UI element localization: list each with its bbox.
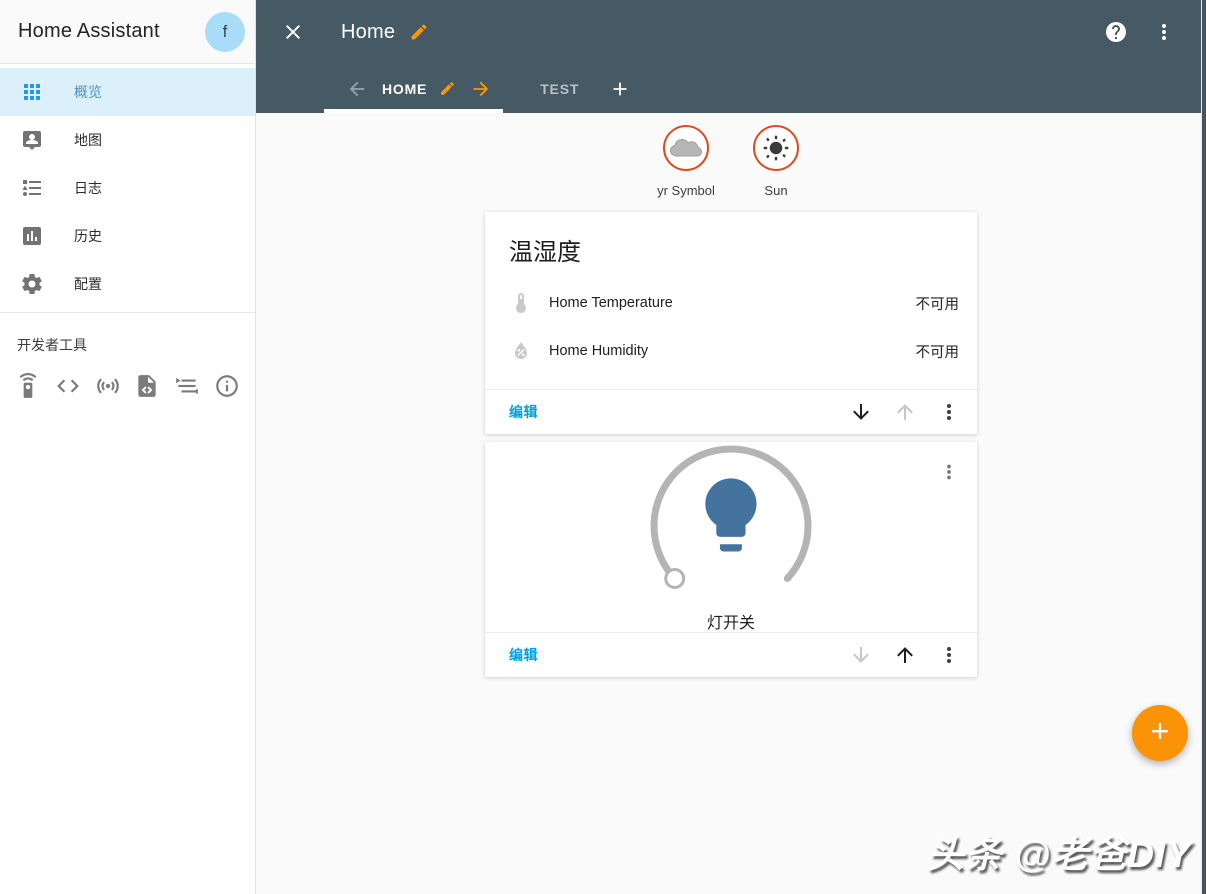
active-tab-underline	[324, 109, 503, 113]
badge-label: yr Symbol	[657, 183, 715, 198]
sidebar-item-config[interactable]: 配置	[0, 260, 255, 308]
move-card-up-icon[interactable]	[883, 633, 927, 677]
sidebar-item-map[interactable]: 地图	[0, 116, 255, 164]
sidebar-header: Home Assistant f	[0, 0, 255, 64]
edit-tab-pencil-icon[interactable]	[439, 80, 456, 97]
card-options-icon[interactable]	[927, 390, 971, 434]
move-tab-left-icon[interactable]	[346, 78, 368, 100]
add-tab-icon[interactable]	[609, 78, 631, 100]
light-entity-name: 灯开关	[706, 615, 755, 632]
sidebar-item-overview[interactable]: 概览	[0, 68, 255, 116]
user-avatar[interactable]: f	[205, 11, 245, 52]
avatar-initial: f	[222, 21, 228, 41]
badge-circle	[753, 125, 799, 171]
lightbulb-icon	[705, 478, 757, 552]
overflow-menu-icon[interactable]	[1152, 20, 1176, 44]
list-bulleted-icon	[20, 176, 44, 200]
badge-circle	[663, 125, 709, 171]
sidebar-nav: 概览 地图 日志 历史 配置	[0, 64, 255, 308]
sidebar-item-label: 概览	[74, 84, 102, 100]
dashboard-view: yr Symbol Sun 温湿度 Home Temperature 不可用 H…	[256, 113, 1206, 894]
close-icon[interactable]	[281, 20, 305, 44]
edit-title-pencil-icon[interactable]	[409, 22, 429, 42]
dial-handle	[664, 568, 686, 589]
info-icon[interactable]	[214, 373, 240, 399]
sidebar-item-label: 历史	[74, 228, 102, 244]
sidebar-item-label: 地图	[74, 132, 102, 148]
file-code-icon[interactable]	[134, 373, 160, 399]
tab-bar: HOME TEST	[256, 64, 1206, 113]
tab-home[interactable]: HOME	[382, 81, 427, 97]
edit-card-link[interactable]: 编辑	[509, 645, 538, 665]
card-edit-toolbar: 编辑	[485, 632, 977, 677]
sensor-card-wrapper: 温湿度 Home Temperature 不可用 Home Humidity 不…	[485, 212, 977, 434]
app-header: Home HOME TEST	[256, 0, 1206, 113]
light-card: 灯开关	[485, 442, 977, 632]
sidebar-item-label: 日志	[74, 180, 102, 196]
entity-row-humidity[interactable]: Home Humidity 不可用	[485, 327, 977, 375]
entity-value: 不可用	[915, 344, 960, 361]
home-assistant-app: Home Assistant f 概览 地图 日志 历史 配置 开发者工具 Ho…	[0, 0, 1206, 894]
sidebar: Home Assistant f 概览 地图 日志 历史 配置 开发者工具	[0, 0, 256, 894]
entity-name: Home Temperature	[549, 295, 673, 311]
light-card-options-icon[interactable]	[929, 452, 969, 492]
entity-rows: Home Temperature 不可用 Home Humidity 不可用	[485, 279, 977, 389]
badges-row: yr Symbol Sun	[256, 125, 1206, 198]
card-title: 温湿度	[509, 239, 581, 266]
card-column: 温湿度 Home Temperature 不可用 Home Humidity 不…	[485, 212, 977, 677]
brightness-dial[interactable]	[646, 442, 816, 610]
devtools-label: 开发者工具	[17, 337, 87, 353]
cloud-icon	[668, 134, 704, 162]
add-card-fab[interactable]: +	[1132, 705, 1188, 761]
card-options-icon[interactable]	[927, 633, 971, 677]
thermometer-icon	[509, 291, 533, 315]
plus-icon: +	[1150, 713, 1170, 749]
sun-icon	[761, 133, 791, 163]
apps-grid-icon	[20, 80, 44, 104]
header-toolbar: Home	[256, 0, 1206, 64]
sidebar-item-logbook[interactable]: 日志	[0, 164, 255, 212]
poll-box-icon	[20, 224, 44, 248]
move-card-up-icon[interactable]	[883, 390, 927, 434]
sidebar-item-label: 配置	[74, 276, 102, 292]
page-title: Home	[341, 20, 396, 43]
gear-icon	[20, 272, 44, 296]
card-edit-toolbar: 编辑	[485, 389, 977, 434]
mqtt-icon[interactable]	[174, 373, 200, 399]
tab-test[interactable]: TEST	[540, 81, 579, 97]
access-point-icon[interactable]	[95, 373, 121, 399]
entity-row-temperature[interactable]: Home Temperature 不可用	[485, 279, 977, 327]
water-percent-icon	[509, 339, 533, 363]
watermark: 头条 @老爸DIY	[926, 834, 1192, 875]
sidebar-item-history[interactable]: 历史	[0, 212, 255, 260]
badge-label: Sun	[764, 183, 788, 198]
edit-card-link[interactable]: 编辑	[509, 402, 538, 422]
code-tags-icon[interactable]	[55, 373, 81, 399]
devtools-icons	[0, 365, 255, 399]
move-card-down-icon[interactable]	[839, 390, 883, 434]
entity-name: Home Humidity	[549, 343, 649, 359]
entity-value: 不可用	[915, 296, 960, 313]
badge-yr-symbol[interactable]: yr Symbol	[649, 125, 723, 198]
move-card-down-icon[interactable]	[839, 633, 883, 677]
account-location-icon	[20, 128, 44, 152]
remote-icon[interactable]	[15, 373, 41, 399]
move-tab-right-icon[interactable]	[470, 78, 492, 100]
app-title: Home Assistant	[18, 20, 160, 42]
scrollbar[interactable]	[1201, 0, 1206, 894]
badge-sun[interactable]: Sun	[739, 125, 813, 198]
help-icon[interactable]	[1104, 20, 1128, 44]
light-card-wrapper: 灯开关 编辑	[485, 442, 977, 677]
sensor-card: 温湿度 Home Temperature 不可用 Home Humidity 不…	[485, 212, 977, 389]
